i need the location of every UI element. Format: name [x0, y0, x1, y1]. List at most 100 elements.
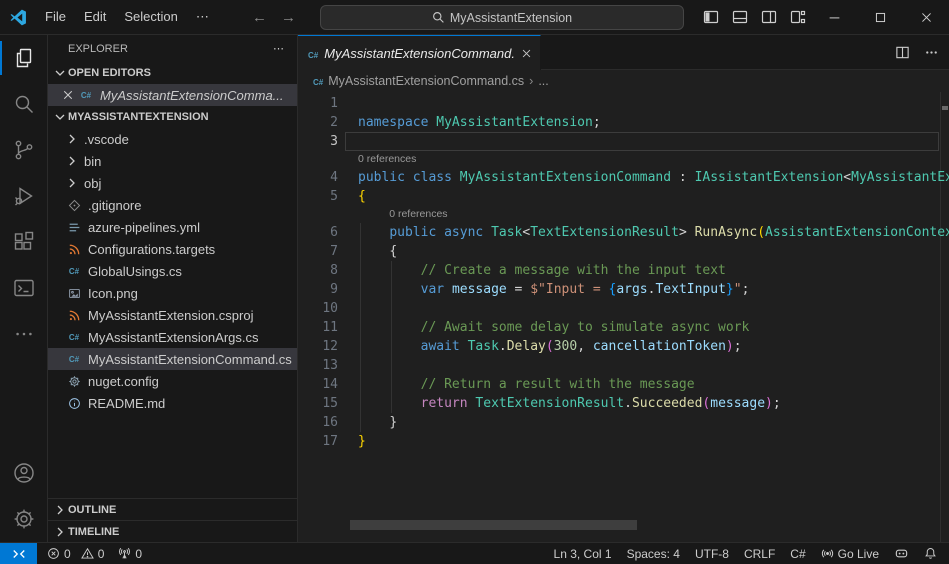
menu-item-selection[interactable]: Selection — [115, 9, 186, 25]
code-line[interactable]: 9 var message = $"Input = {args.TextInpu… — [298, 280, 949, 299]
code-line[interactable]: 15 return TextExtensionResult.Succeeded(… — [298, 394, 949, 413]
language-mode[interactable]: C# — [790, 547, 805, 561]
command-center-text: MyAssistantExtension — [449, 10, 573, 25]
tree-item-azure-pipelines-yml[interactable]: azure-pipelines.yml — [48, 216, 297, 238]
sidebar-title: EXPLORER — [68, 42, 128, 55]
code-line[interactable]: 10 — [298, 299, 949, 318]
tree-item-configurations-targets[interactable]: Configurations.targets — [48, 238, 297, 260]
code-line[interactable]: 13 — [298, 356, 949, 375]
customize-layout-icon[interactable] — [790, 9, 806, 25]
close-icon[interactable] — [60, 89, 76, 101]
line-number: 8 — [330, 263, 338, 278]
breadcrumb-file[interactable]: MyAssistantExtensionCommand.cs — [328, 74, 524, 88]
line-number: 16 — [322, 415, 338, 430]
close-window-button[interactable] — [903, 0, 949, 35]
toggle-secondary-sidebar-icon[interactable] — [761, 9, 777, 25]
command-center[interactable]: MyAssistantExtension — [320, 5, 684, 30]
menu-item-more[interactable]: ⋯ — [187, 9, 218, 25]
tree-item-obj[interactable]: obj — [48, 172, 297, 194]
activity-terminal-icon[interactable] — [0, 265, 47, 311]
status-bar: 0 0 0 Ln 3, Col 1 Spaces: 4 UTF-8 CRLF C… — [0, 542, 949, 564]
activity-search-icon[interactable] — [0, 81, 47, 127]
line-number: 15 — [322, 396, 338, 411]
line-number: 10 — [322, 301, 338, 316]
code-line[interactable]: 7 { — [298, 242, 949, 261]
code-line[interactable]: 2 namespace MyAssistantExtension; — [298, 113, 949, 132]
tree-item-bin[interactable]: bin — [48, 150, 297, 172]
code-line[interactable]: 11 // Await some delay to simulate async… — [298, 318, 949, 337]
vscode-logo — [0, 9, 36, 26]
code-line[interactable]: 4 public class MyAssistantExtensionComman… — [298, 168, 949, 187]
ports-indicator[interactable]: 0 — [118, 547, 142, 561]
codelens[interactable]: 0 references — [298, 151, 949, 168]
code-line[interactable]: 1 — [298, 94, 949, 113]
menu-item-file[interactable]: File — [36, 9, 75, 25]
codelens[interactable]: 0 references — [298, 206, 949, 223]
timeline-section-header[interactable]: TIMELINE — [48, 520, 297, 542]
tree-item-myassistantextension-csproj[interactable]: MyAssistantExtension.csproj — [48, 304, 297, 326]
open-editor-item[interactable]: C# MyAssistantExtensionComma... — [48, 84, 297, 106]
chevron-right-icon — [64, 175, 80, 191]
remote-indicator[interactable] — [0, 542, 37, 564]
maximize-button[interactable] — [857, 0, 903, 35]
tree-item-myassistantextensionargs-cs[interactable]: C# MyAssistantExtensionArgs.cs — [48, 326, 297, 348]
horizontal-scrollbar[interactable] — [350, 520, 637, 530]
code-line[interactable]: 6 public async Task<TextExtensionResult>… — [298, 223, 949, 242]
project-section-header[interactable]: MYASSISTANTEXTENSION — [48, 106, 297, 128]
encoding-setting[interactable]: UTF-8 — [695, 547, 729, 561]
notifications-bell-icon[interactable] — [924, 547, 937, 560]
code-line[interactable]: 5{ — [298, 187, 949, 206]
activity-extensions-icon[interactable] — [0, 219, 47, 265]
breadcrumb[interactable]: C# MyAssistantExtensionCommand.cs › ... — [298, 70, 949, 92]
activity-source-control-icon[interactable] — [0, 127, 47, 173]
titlebar: File Edit Selection ⋯ ← → MyAssistantExt… — [0, 0, 949, 35]
code-line[interactable]: 16 } — [298, 413, 949, 432]
eol-setting[interactable]: CRLF — [744, 547, 775, 561]
activity-explorer-icon[interactable] — [0, 35, 47, 81]
csharp-file-icon: C# — [68, 354, 80, 364]
tree-item-myassistantextensioncommand-cs[interactable]: C# MyAssistantExtensionCommand.cs — [48, 348, 297, 370]
activity-settings-icon[interactable] — [0, 496, 47, 542]
code-line[interactable]: 8 // Create a message with the input tex… — [298, 261, 949, 280]
explorer-sidebar: EXPLORER ⋯ OPEN EDITORS C# MyAssistantExt… — [48, 35, 298, 542]
code-line[interactable]: 14 // Return a result with the message — [298, 375, 949, 394]
tree-item--gitignore[interactable]: .gitignore — [48, 194, 297, 216]
activity-accounts-icon[interactable] — [0, 450, 47, 496]
menubar: File Edit Selection ⋯ — [36, 9, 218, 25]
cursor-position[interactable]: Ln 3, Col 1 — [554, 547, 612, 561]
indentation-setting[interactable]: Spaces: 4 — [627, 547, 680, 561]
breadcrumb-separator: › — [529, 74, 534, 88]
nav-back-icon[interactable]: ← — [252, 9, 267, 26]
tab-myassistantextensioncommand[interactable]: C# MyAssistantExtensionCommand.cs — [298, 35, 541, 70]
split-editor-icon[interactable] — [895, 45, 910, 60]
tree-item-readme-md[interactable]: README.md — [48, 392, 297, 414]
activity-run-debug-icon[interactable] — [0, 173, 47, 219]
rss-file-icon — [64, 243, 84, 256]
toggle-sidebar-icon[interactable] — [703, 9, 719, 25]
minimize-button[interactable] — [811, 0, 857, 35]
outline-section-header[interactable]: OUTLINE — [48, 498, 297, 520]
code-editor[interactable]: 1 2 namespace MyAssistantExtension; 3 0 refe… — [298, 92, 949, 542]
activity-more-icon[interactable] — [0, 311, 47, 357]
code-line[interactable]: 17} — [298, 432, 949, 451]
tree-item-nuget-config[interactable]: nuget.config — [48, 370, 297, 392]
tree-item-icon-png[interactable]: Icon.png — [48, 282, 297, 304]
editor-more-actions-icon[interactable] — [924, 45, 939, 60]
explorer-more-actions-icon[interactable]: ⋯ — [273, 42, 285, 55]
tree-item--vscode[interactable]: .vscode — [48, 128, 297, 150]
search-icon — [432, 11, 445, 24]
breadcrumb-tail[interactable]: ... — [538, 74, 548, 88]
menu-item-edit[interactable]: Edit — [75, 9, 115, 25]
open-editors-header[interactable]: OPEN EDITORS — [48, 62, 297, 84]
copilot-icon[interactable] — [894, 546, 909, 561]
tree-item-globalusings-cs[interactable]: C# GlobalUsings.cs — [48, 260, 297, 282]
code-line[interactable]: 12 await Task.Delay(300, cancellationTok… — [298, 337, 949, 356]
tab-label: MyAssistantExtensionCommand.cs — [324, 45, 515, 61]
go-live-button[interactable]: Go Live — [821, 547, 879, 561]
code-line[interactable]: 3 — [298, 132, 949, 151]
problems-indicator[interactable]: 0 0 — [47, 547, 104, 561]
csharp-file-icon: C# — [313, 78, 324, 87]
tab-close-icon[interactable] — [521, 48, 532, 59]
toggle-panel-icon[interactable] — [732, 9, 748, 25]
nav-forward-icon[interactable]: → — [281, 9, 296, 26]
